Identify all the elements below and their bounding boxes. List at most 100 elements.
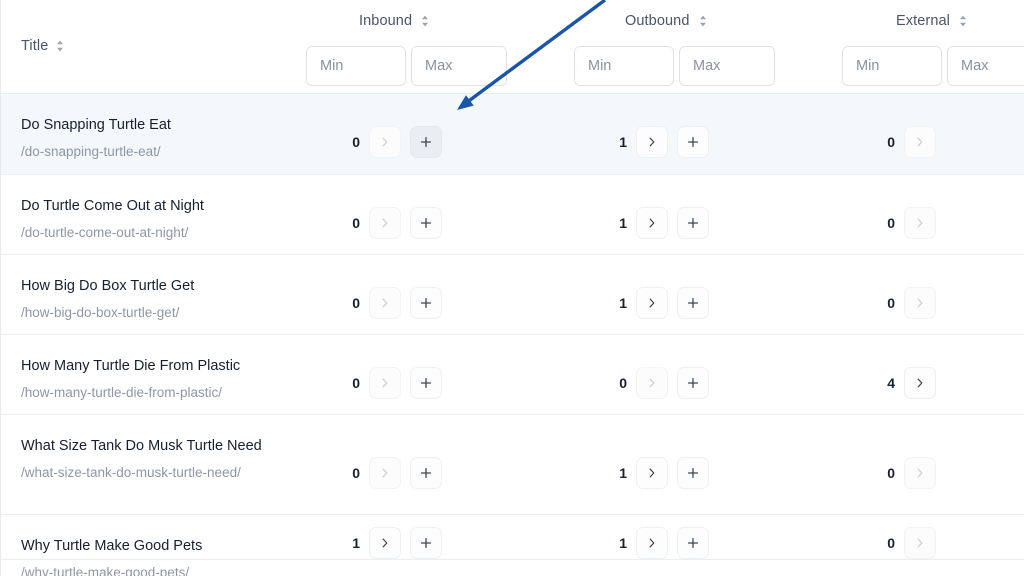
row-title[interactable]: Do Turtle Come Out at Night [21,197,279,215]
plus-icon [687,377,699,389]
row-url[interactable]: /how-big-do-box-turtle-get/ [21,303,279,322]
outbound-add-button[interactable] [677,126,709,158]
inbound-expand-button [369,457,401,489]
external-metric-cell: 0 [886,287,936,319]
inbound-metric-cell: 0 [351,207,442,239]
inbound-metric-cell: 0 [351,126,442,158]
chevron-right-icon [382,468,388,478]
sort-updown-icon[interactable] [55,39,65,53]
chevron-right-icon [649,298,655,308]
table-row[interactable]: What Size Tank Do Musk Turtle Need/what-… [1,415,1024,515]
external-max-input[interactable]: Max [947,46,1024,86]
chevron-right-icon [917,468,923,478]
column-header-inbound-label: Inbound [359,13,413,29]
row-title[interactable]: Why Turtle Make Good Pets [21,537,279,555]
chevron-right-icon [917,218,923,228]
external-count: 0 [887,535,895,551]
row-title-cell: Do Snapping Turtle Eat/do-snapping-turtl… [21,116,279,161]
external-metric-cell: 0 [886,457,936,489]
plus-icon [420,377,432,389]
outbound-add-button[interactable] [677,527,709,559]
outbound-count: 1 [619,465,627,481]
row-title[interactable]: How Many Turtle Die From Plastic [21,357,279,375]
chevron-right-icon [382,218,388,228]
outbound-metric-cell: 1 [618,207,709,239]
filter-group-inbound: Min Max [306,46,507,86]
external-expand-button [904,527,936,559]
row-title[interactable]: How Big Do Box Turtle Get [21,277,279,295]
inbound-expand-button [369,207,401,239]
row-title-cell: Why Turtle Make Good Pets/why-turtle-mak… [21,537,279,576]
row-title[interactable]: Do Snapping Turtle Eat [21,116,279,134]
outbound-max-input[interactable]: Max [679,46,775,86]
outbound-add-button[interactable] [677,207,709,239]
outbound-min-input[interactable]: Min [574,46,674,86]
external-min-input[interactable]: Min [842,46,942,86]
inbound-metric-cell: 0 [351,457,442,489]
outbound-expand-button[interactable] [636,527,668,559]
inbound-metric-cell: 0 [351,287,442,319]
table-row[interactable]: How Big Do Box Turtle Get/how-big-do-box… [1,255,1024,335]
inbound-add-button[interactable] [410,207,442,239]
chevron-right-icon [917,137,923,147]
filter-group-external: Min Max [842,46,1024,86]
plus-icon [420,537,432,549]
column-header-inbound[interactable]: Inbound [359,13,430,29]
outbound-expand-button[interactable] [636,457,668,489]
row-url[interactable]: /do-snapping-turtle-eat/ [21,142,279,161]
inbound-min-input[interactable]: Min [306,46,406,86]
sort-updown-icon[interactable] [698,14,708,28]
row-url[interactable]: /what-size-tank-do-musk-turtle-need/ [21,463,279,482]
plus-icon [687,467,699,479]
outbound-expand-button[interactable] [636,287,668,319]
inbound-add-button[interactable] [410,287,442,319]
column-header-external[interactable]: External [896,13,968,29]
chevron-right-icon [382,298,388,308]
chevron-right-icon [649,218,655,228]
table-row[interactable]: Why Turtle Make Good Pets/why-turtle-mak… [1,515,1024,576]
inbound-add-button[interactable] [410,457,442,489]
row-title[interactable]: What Size Tank Do Musk Turtle Need [21,437,279,455]
outbound-add-button[interactable] [677,457,709,489]
column-header-title[interactable]: Title [21,38,65,54]
outbound-metric-cell: 1 [618,287,709,319]
row-url[interactable]: /do-turtle-come-out-at-night/ [21,223,279,242]
link-table-app: Title Inbound Min Max Outbound Min Max E… [0,0,1024,576]
inbound-count: 0 [352,295,360,311]
inbound-expand-button [369,126,401,158]
sort-updown-icon[interactable] [420,14,430,28]
outbound-count: 1 [619,134,627,150]
table-row[interactable]: Do Turtle Come Out at Night/do-turtle-co… [1,175,1024,255]
inbound-expand-button [369,287,401,319]
column-header-outbound[interactable]: Outbound [625,13,708,29]
column-header-title-label: Title [21,38,49,54]
chevron-right-icon [382,137,388,147]
inbound-add-button[interactable] [410,126,442,158]
sort-updown-icon[interactable] [958,14,968,28]
external-expand-button [904,457,936,489]
outbound-add-button[interactable] [677,367,709,399]
outbound-count: 1 [619,215,627,231]
outbound-add-button[interactable] [677,287,709,319]
inbound-add-button[interactable] [410,527,442,559]
external-expand-button[interactable] [904,367,936,399]
plus-icon [420,217,432,229]
table-row[interactable]: How Many Turtle Die From Plastic/how-man… [1,335,1024,415]
inbound-count: 1 [352,535,360,551]
row-url[interactable]: /how-many-turtle-die-from-plastic/ [21,383,279,402]
row-title-cell: Do Turtle Come Out at Night/do-turtle-co… [21,197,279,242]
inbound-add-button[interactable] [410,367,442,399]
table-row[interactable]: Do Snapping Turtle Eat/do-snapping-turtl… [1,94,1024,175]
row-url[interactable]: /why-turtle-make-good-pets/ [21,563,279,576]
inbound-count: 0 [352,134,360,150]
plus-icon [687,297,699,309]
outbound-count: 1 [619,535,627,551]
inbound-max-input[interactable]: Max [411,46,507,86]
outbound-expand-button[interactable] [636,207,668,239]
external-count: 0 [887,134,895,150]
external-count: 0 [887,215,895,231]
outbound-count: 1 [619,295,627,311]
inbound-expand-button[interactable] [369,527,401,559]
row-title-cell: How Big Do Box Turtle Get/how-big-do-box… [21,277,279,322]
outbound-expand-button[interactable] [636,126,668,158]
